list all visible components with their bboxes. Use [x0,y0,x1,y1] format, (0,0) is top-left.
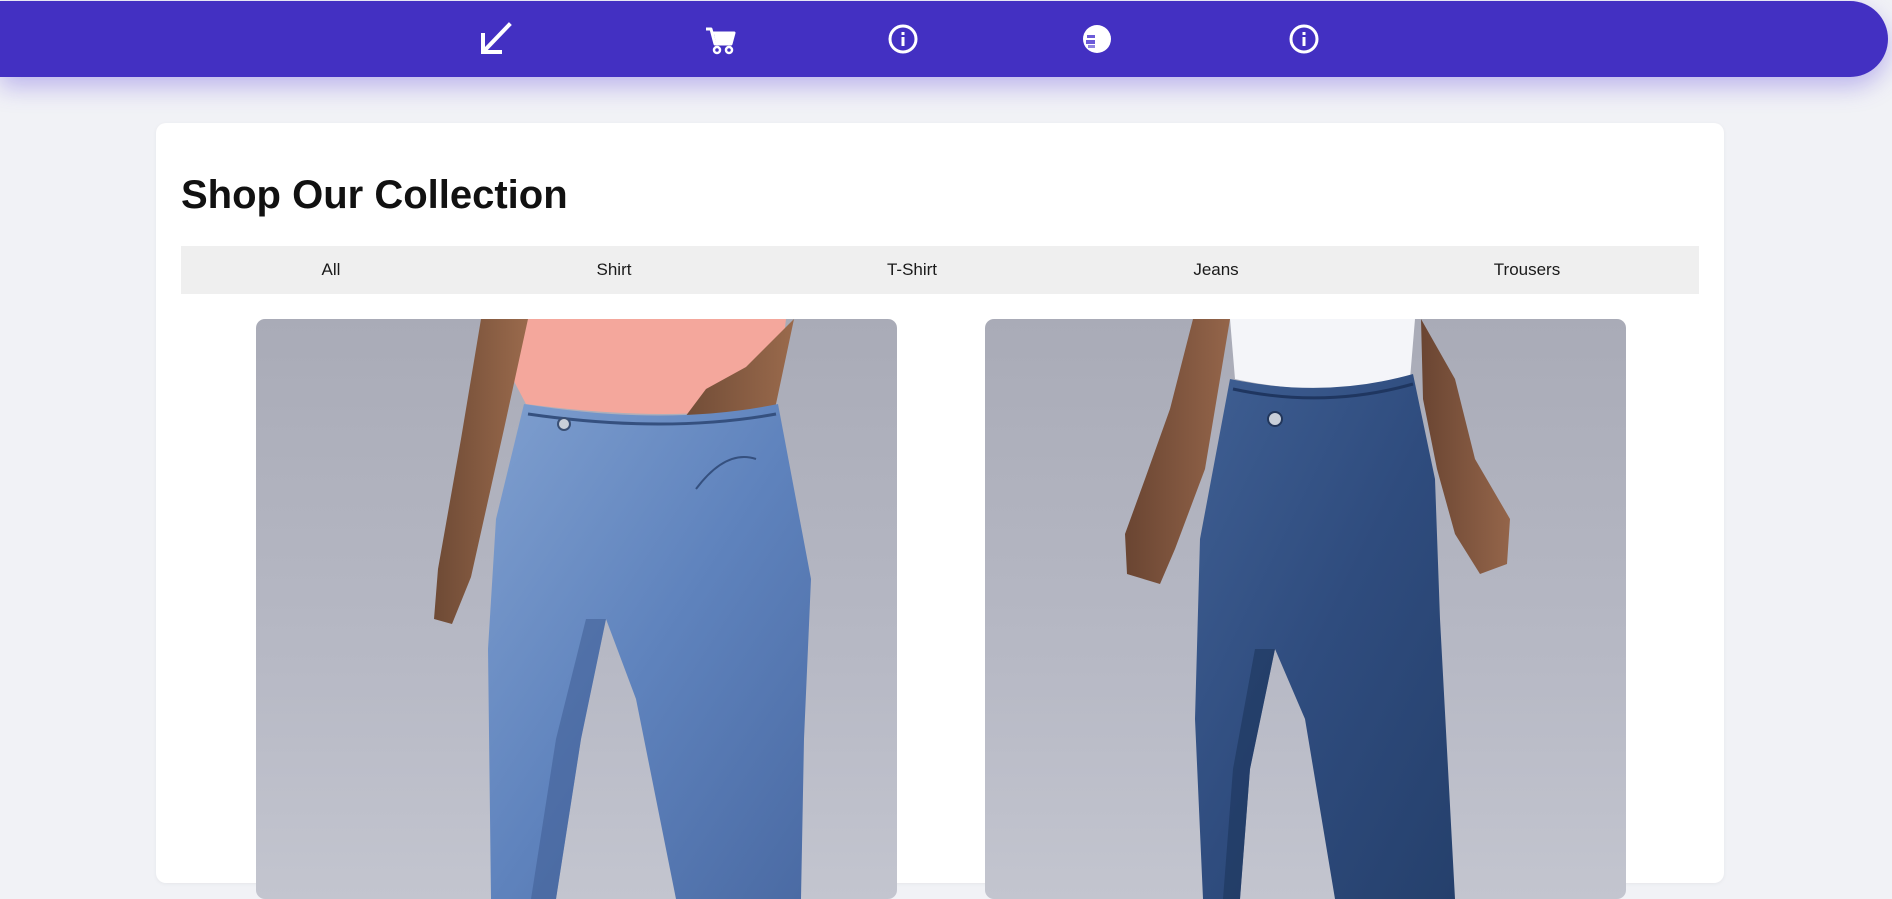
back-arrow-button[interactable] [476,19,516,59]
product-image [1125,319,1510,899]
product-card-dark-jeans[interactable] [985,319,1626,899]
filter-tab-all[interactable]: All [322,246,341,294]
filter-tab-tshirt[interactable]: T-Shirt [887,246,937,294]
cart-icon [706,27,736,55]
cart-button[interactable] [701,19,741,59]
product-image [434,319,811,899]
profile-button[interactable] [1077,19,1117,59]
info-button-1[interactable] [883,19,923,59]
filter-tab-trousers[interactable]: Trousers [1494,246,1560,294]
arrow-down-left-icon [481,22,512,54]
profile-icon [1083,25,1111,53]
top-navigation-bar [0,1,1888,77]
filter-tab-shirt[interactable]: Shirt [597,246,632,294]
info-icon [888,24,918,54]
info-icon [1289,24,1319,54]
page-title: Shop Our Collection [181,173,568,217]
filter-tab-jeans[interactable]: Jeans [1193,246,1238,294]
collection-card: Shop Our Collection All Shirt T-Shirt Je… [156,123,1724,899]
info-button-2[interactable] [1284,19,1324,59]
product-card-light-jeans[interactable] [256,319,897,899]
category-filter-bar: All Shirt T-Shirt Jeans Trousers [181,246,1699,294]
